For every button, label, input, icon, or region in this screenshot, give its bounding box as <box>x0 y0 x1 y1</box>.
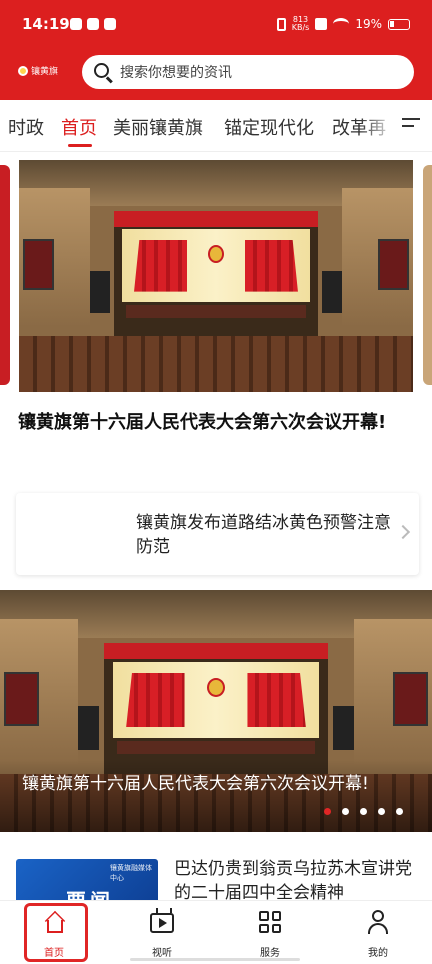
prev-card-peek[interactable] <box>0 165 10 385</box>
tab-beautiful-xianghuangqi[interactable]: 美丽镶黄旗 <box>113 114 203 140</box>
status-time: 14:19 <box>22 15 70 33</box>
search-icon <box>92 61 114 84</box>
notification-icon <box>70 18 82 30</box>
user-icon <box>368 910 388 934</box>
battery-icon <box>388 18 410 30</box>
tab-modernization[interactable]: 锚定现代化 <box>224 114 314 140</box>
active-tab-indicator <box>68 144 92 147</box>
thumbnail-label: 要闻 <box>66 885 114 900</box>
status-right: 813 KB/s 19% <box>276 16 410 32</box>
nav-video[interactable]: 视听 <box>108 901 216 964</box>
news-title: 巴达仍贵到翁贡乌拉苏木宣讲党的二十届四中全会精神 <box>174 859 412 900</box>
nav-video-label: 视听 <box>152 948 172 959</box>
carousel-dot[interactable] <box>396 808 403 815</box>
notification-icon <box>87 18 99 30</box>
notification-icons <box>70 18 116 30</box>
carousel-dot[interactable] <box>342 808 349 815</box>
status-bar: 14:19 813 KB/s 19% <box>0 10 432 40</box>
network-speed-unit: KB/s <box>291 23 310 32</box>
battery-percent: 19% <box>355 17 382 31</box>
notice-card[interactable]: 镶黄旗发布道路结冰黄色预警注意防范 <box>16 493 419 575</box>
nav-profile-label: 我的 <box>368 948 388 959</box>
channel-tabs: 时政 首页 美丽镶黄旗 锚定现代化 改革再 <box>0 100 432 152</box>
carousel-dot[interactable] <box>360 808 367 815</box>
logo-icon <box>18 65 28 76</box>
notice-title: 镶黄旗发布道路结冰黄色预警注意防范 <box>136 513 391 557</box>
video-icon <box>150 913 174 933</box>
network-speed: 813 KB/s <box>292 16 310 32</box>
carousel-dots <box>324 808 403 815</box>
menu-icon[interactable] <box>402 118 420 132</box>
hero-image[interactable] <box>19 160 413 392</box>
hero-headline[interactable]: 镶黄旗第十六届人民代表大会第六次会议开幕! <box>18 408 390 438</box>
tab-home[interactable]: 首页 <box>61 114 97 140</box>
thumbnail-brand: 镶黄旗融媒体中心 <box>110 864 152 882</box>
grid-icon <box>259 911 281 933</box>
selection-highlight <box>24 903 88 962</box>
chevron-right-icon <box>395 524 411 540</box>
logo-text: 镶黄旗 <box>31 67 59 77</box>
next-card-peek[interactable] <box>423 165 432 385</box>
list-item[interactable]: 镶黄旗融媒体中心 要闻 巴达仍贵到翁贡乌拉苏木宣讲党的二十届四中全会精神 <box>0 845 432 900</box>
tabs-fade <box>360 100 396 150</box>
wifi-icon <box>333 18 350 30</box>
app-header: 14:19 813 KB/s 19% 镶黄旗 搜索你想要的资讯 <box>0 0 432 100</box>
news-thumbnail: 镶黄旗融媒体中心 要闻 <box>16 859 158 900</box>
carousel-dot-active[interactable] <box>324 808 331 815</box>
tab-shizheng[interactable]: 时政 <box>8 114 44 140</box>
carousel-caption-overlay <box>0 760 432 832</box>
search-placeholder: 搜索你想要的资讯 <box>120 65 232 81</box>
search-bar[interactable]: 搜索你想要的资讯 <box>82 55 414 89</box>
app-logo[interactable]: 镶黄旗 <box>18 64 58 77</box>
sim-icon <box>315 18 328 30</box>
vibrate-icon <box>276 17 286 31</box>
carousel-title[interactable]: 镶黄旗第十六届人民代表大会第六次会议开幕! <box>22 772 402 796</box>
gesture-bar[interactable] <box>130 958 300 961</box>
nav-services-label: 服务 <box>260 948 280 959</box>
carousel-dot[interactable] <box>378 808 385 815</box>
notification-icon <box>104 18 116 30</box>
nav-profile[interactable]: 我的 <box>324 901 432 964</box>
nav-services[interactable]: 服务 <box>216 901 324 964</box>
